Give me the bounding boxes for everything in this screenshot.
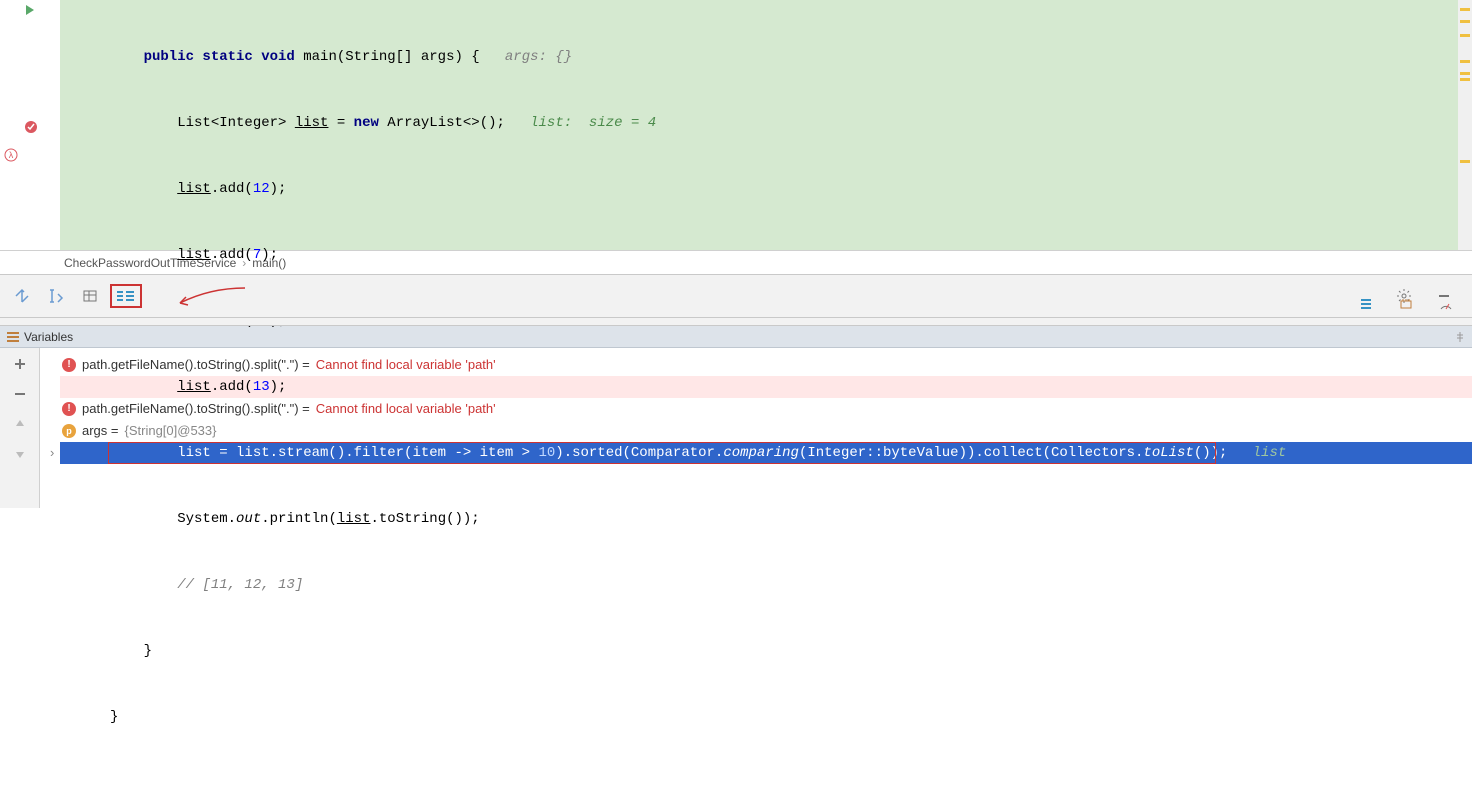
up-arrow-icon[interactable]	[10, 414, 30, 434]
remove-watch-icon[interactable]	[10, 384, 30, 404]
overview-ruler[interactable]	[1458, 0, 1472, 250]
down-arrow-icon[interactable]	[10, 444, 30, 464]
variables-icon	[6, 331, 20, 343]
lambda-gutter-icon[interactable]: λ	[4, 148, 18, 162]
memory-icon[interactable]	[1392, 290, 1420, 318]
trace-stream-button[interactable]	[110, 284, 142, 308]
stack-icon[interactable]	[1352, 290, 1380, 318]
current-execution-line[interactable]: list = list.stream().filter(item -> item…	[60, 442, 1472, 464]
variables-gutter	[0, 348, 40, 508]
add-watch-icon[interactable]	[10, 354, 30, 374]
debug-toolbar	[0, 274, 1472, 318]
editor-gutter: λ	[0, 0, 60, 250]
inline-hint: list: size = 4	[530, 115, 656, 131]
gauge-icon[interactable]	[1432, 290, 1460, 318]
table-icon[interactable]	[76, 282, 104, 310]
code-editor[interactable]: public static void main(String[] args) {…	[60, 0, 1472, 250]
svg-text:λ: λ	[9, 150, 14, 160]
run-gutter-icon[interactable]	[24, 4, 36, 16]
cursor-icon[interactable]	[42, 282, 70, 310]
annotation-arrow-icon	[170, 283, 250, 313]
step-icon[interactable]	[8, 282, 36, 310]
breakpoint-icon[interactable]	[24, 120, 38, 134]
pin-icon[interactable]	[1454, 331, 1466, 343]
inline-hint: args: {}	[505, 49, 572, 65]
